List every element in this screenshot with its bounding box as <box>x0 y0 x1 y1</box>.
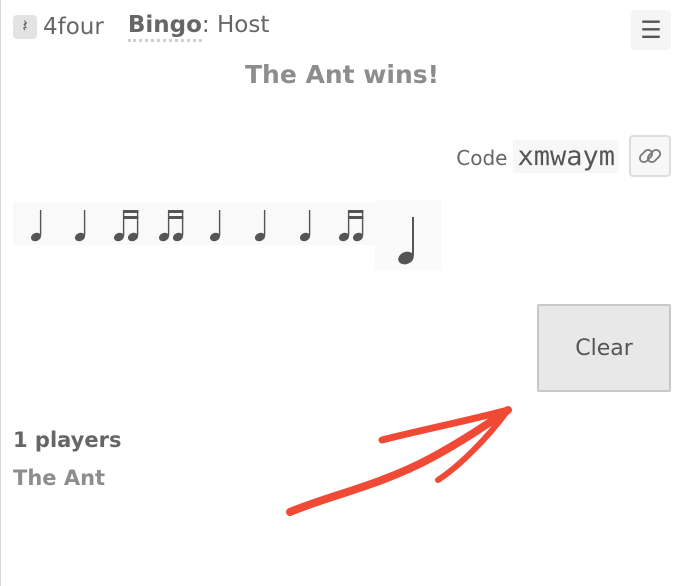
sixteenth-note-pair-icon <box>113 210 139 242</box>
player-item: The Ant <box>13 466 106 490</box>
quarter-note-icon <box>30 210 42 242</box>
code-label: Code <box>456 146 508 170</box>
clear-button[interactable]: Clear <box>537 304 671 392</box>
quarter-note-icon <box>74 210 86 242</box>
bingo-host-page: 𝄽 4four Bingo: Host ☰ The Ant wins! Code… <box>0 0 679 586</box>
game-name-link[interactable]: Bingo <box>127 12 202 42</box>
rhythm-notation <box>30 210 414 265</box>
app-header: 𝄽 4four Bingo: Host <box>13 12 269 42</box>
role-label: Host <box>216 12 270 39</box>
players-count: 1 players <box>13 428 122 452</box>
rhythm-display <box>13 200 441 270</box>
page-title: Bingo: Host <box>127 12 270 42</box>
winner-message: The Ant wins! <box>244 60 440 89</box>
copy-link-button[interactable] <box>629 135 671 177</box>
player-list: The Ant <box>13 466 105 490</box>
session-code: xmwaym <box>513 139 619 173</box>
link-icon <box>638 148 662 164</box>
hamburger-menu-icon[interactable]: ☰ <box>631 10 671 50</box>
sixteenth-note-pair-icon <box>158 210 184 242</box>
title-separator: : <box>201 12 210 39</box>
quarter-note-icon <box>299 210 311 242</box>
session-code-row: Code xmwaym <box>456 135 671 177</box>
quarter-rest-icon[interactable]: 𝄽 <box>13 15 37 39</box>
sixteenth-note-pair-icon <box>338 210 364 242</box>
quarter-note-icon <box>254 210 266 242</box>
app-name[interactable]: 4four <box>43 14 104 40</box>
quarter-note-icon <box>209 210 221 242</box>
next-quarter-note-icon <box>398 217 414 265</box>
